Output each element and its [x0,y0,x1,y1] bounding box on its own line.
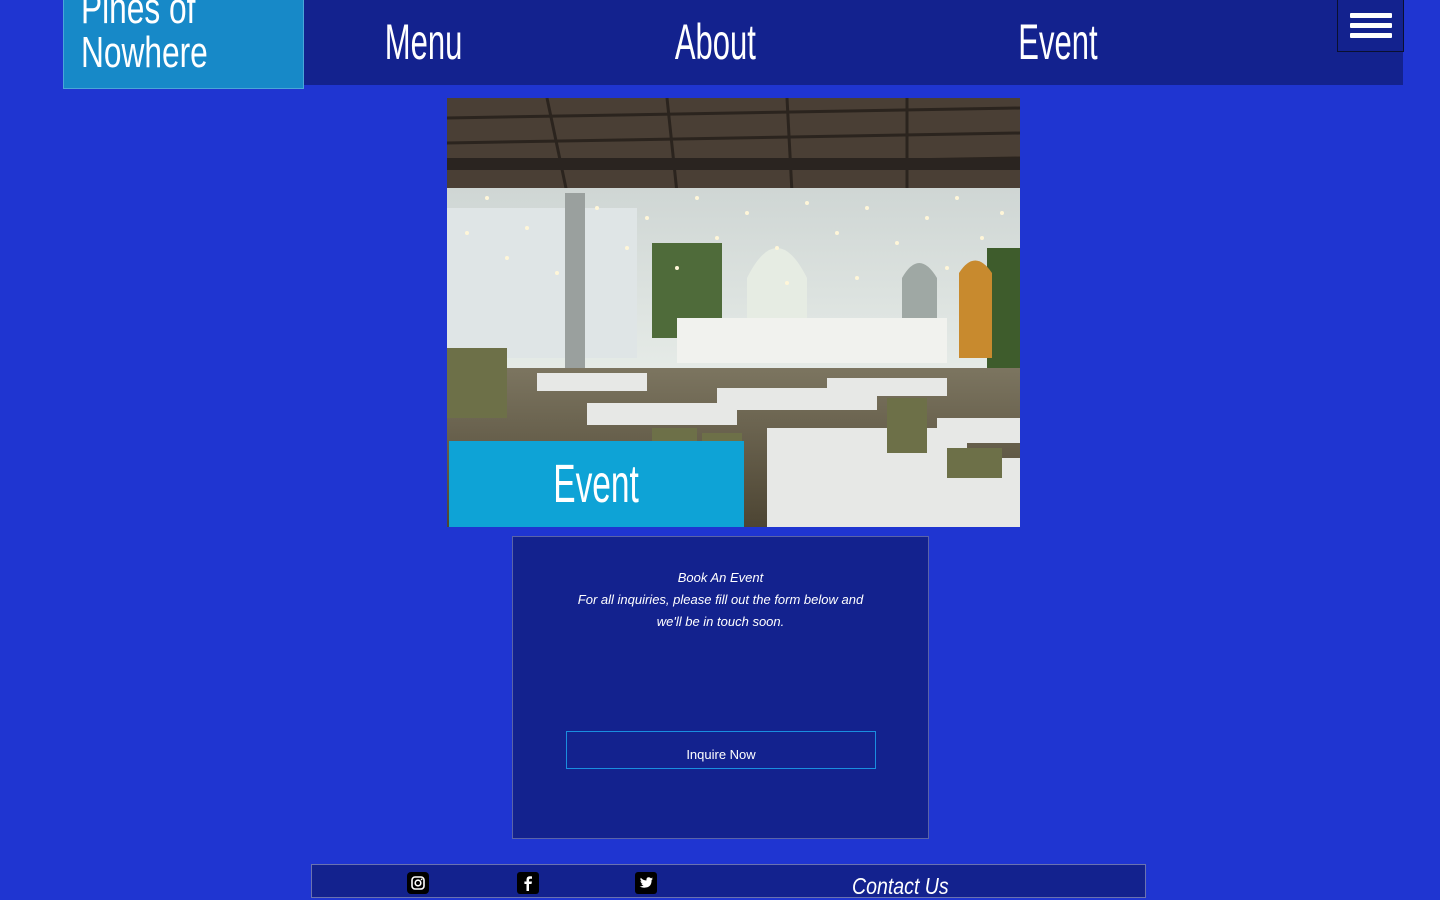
twitter-glyph [635,872,657,894]
inquire-now-button[interactable]: Inquire Now [566,731,876,769]
hamburger-bar [1349,22,1392,28]
contact-us-link[interactable]: Contact Us [852,871,977,900]
hamburger-menu-icon[interactable] [1337,0,1404,52]
hero-image: Event [447,98,1020,527]
hamburger-bar [1349,32,1392,38]
facebook-icon[interactable] [517,872,539,894]
logo-line-1: Pines of [81,0,196,33]
hero-event-label: Event [449,441,744,527]
nav-link-event[interactable]: Event [993,12,1123,72]
instagram-glyph [407,872,429,894]
facebook-glyph [517,872,539,894]
twitter-icon[interactable] [635,872,657,894]
nav-link-menu[interactable]: Menu [364,12,484,72]
book-event-card: Book An Event For all inquiries, please … [512,536,929,839]
logo-line-2: Nowhere [81,28,208,77]
instagram-icon[interactable] [407,872,429,894]
book-event-title: Book An Event [677,570,764,585]
hamburger-bar [1349,12,1392,18]
nav-link-about[interactable]: About [650,12,780,72]
site-logo[interactable]: Pines of Nowhere [63,0,304,89]
footer-bar: Contact Us [311,864,1146,900]
book-event-description: For all inquiries, please fill out the f… [577,592,864,629]
